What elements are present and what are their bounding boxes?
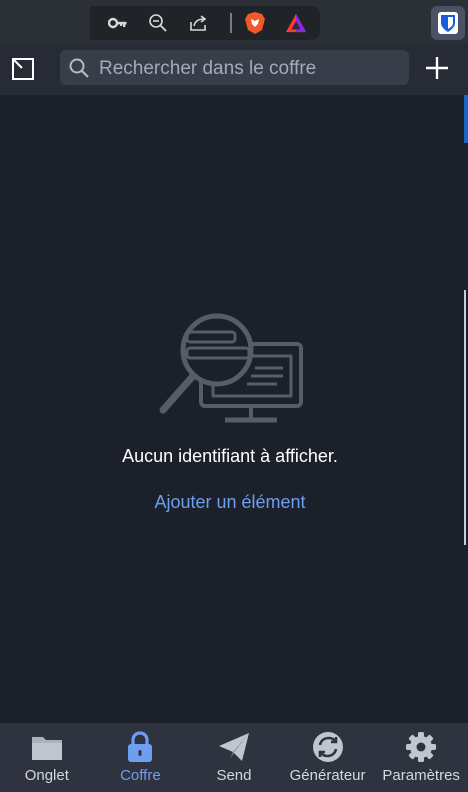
app-window: Aucun identifiant à afficher. Ajouter un… — [0, 0, 468, 792]
toolbar-divider — [230, 13, 232, 33]
nav-label-generateur: Générateur — [289, 767, 366, 784]
nav-tab-coffre[interactable]: Coffre — [94, 723, 188, 792]
bitwarden-extension-icon[interactable] — [431, 6, 465, 40]
gear-icon — [404, 731, 438, 763]
bottom-nav: Onglet Coffre Send Générateur Paramètres — [0, 723, 468, 792]
nav-label-onglet: Onglet — [24, 767, 69, 784]
brave-shield-icon[interactable] — [244, 12, 266, 34]
empty-vault-illustration-icon — [155, 312, 307, 430]
popout-icon[interactable] — [8, 54, 38, 84]
add-item-link[interactable]: Ajouter un élément — [0, 492, 460, 513]
nav-tab-send[interactable]: Send — [187, 723, 281, 792]
key-icon[interactable] — [107, 12, 129, 34]
nav-tab-parametres[interactable]: Paramètres — [374, 723, 468, 792]
nav-label-parametres: Paramètres — [382, 767, 460, 784]
nav-label-coffre: Coffre — [120, 767, 161, 784]
paper-plane-icon — [217, 731, 251, 763]
search-icon — [69, 58, 89, 78]
nav-label-send: Send — [216, 767, 252, 784]
search-field[interactable] — [60, 50, 409, 87]
vault-header — [0, 44, 468, 95]
folder-icon — [30, 731, 64, 763]
refresh-icon — [311, 731, 345, 763]
search-input[interactable] — [97, 50, 401, 87]
nav-tab-generateur[interactable]: Générateur — [281, 723, 375, 792]
nav-tab-onglet[interactable]: Onglet — [0, 723, 94, 792]
lock-icon — [123, 731, 157, 763]
browser-toolbar — [0, 0, 468, 44]
scrollbar-track[interactable] — [464, 290, 466, 545]
brave-rewards-icon[interactable] — [285, 12, 307, 34]
share-icon[interactable] — [187, 12, 209, 34]
zoom-out-icon[interactable] — [147, 12, 169, 34]
plus-icon — [426, 57, 448, 79]
window-edge-accent — [464, 95, 468, 143]
empty-state-message: Aucun identifiant à afficher. — [122, 446, 338, 466]
add-item-button[interactable] — [422, 53, 452, 83]
